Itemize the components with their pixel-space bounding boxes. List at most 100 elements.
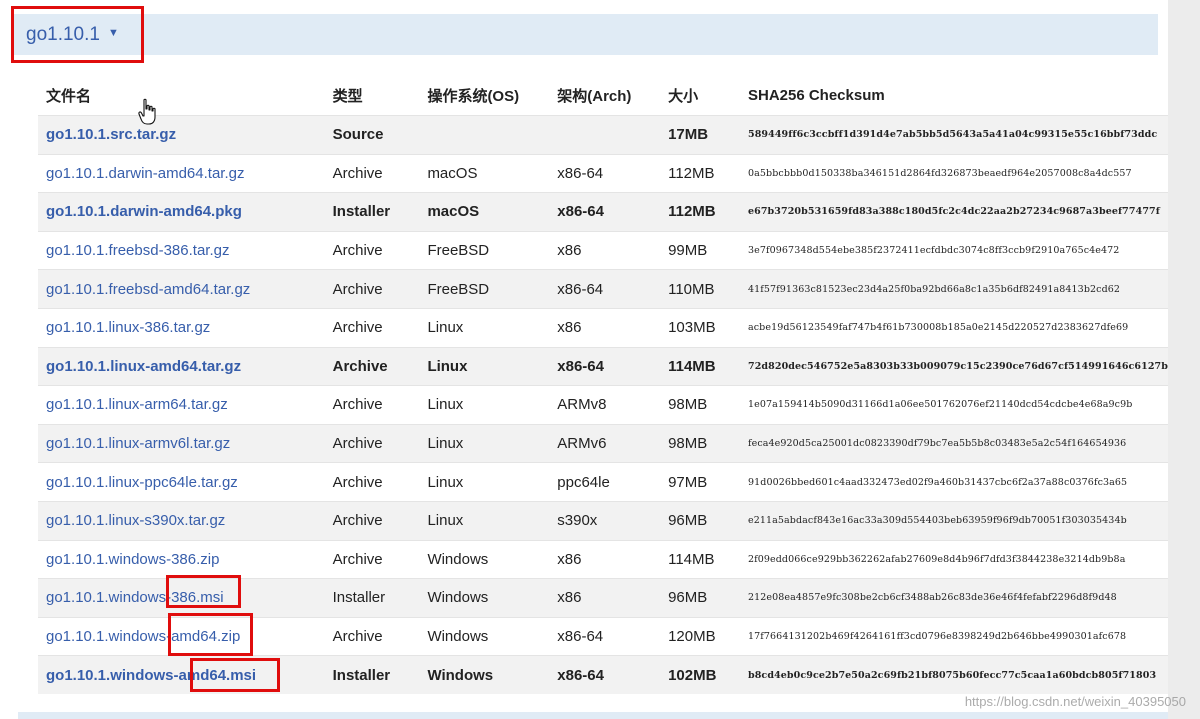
cell-size: 98MB (660, 385, 740, 425)
cell-checksum: 3e7f0967348d554ebe385f2372411ecfdbdc3074… (739, 230, 1168, 270)
cell-os: Windows (419, 578, 550, 618)
cell-checksum: 212e08ea4857e9fc308be2cb6cf3488ab26c83de… (739, 578, 1168, 618)
table-row: go1.10.1.windows-386.zip Archive Windows x8… (38, 539, 1168, 579)
download-link[interactable]: go1.10.1.darwin-amd64.pkg (46, 203, 242, 220)
download-link[interactable]: go1.10.1.windows-386.msi (46, 589, 224, 606)
cell-os (419, 115, 550, 155)
download-page: go1.10.1 ▼ 文件名 类型 操作系统(OS) 架构(Arch) 大小 S… (0, 0, 1168, 719)
caret-down-icon[interactable]: ▼ (108, 27, 119, 39)
download-link[interactable]: go1.10.1.linux-arm64.tar.gz (46, 396, 228, 413)
table-row: go1.10.1.linux-s390x.tar.gz Archive Linux s… (38, 500, 1168, 541)
download-link[interactable]: go1.10.1.windows-386.zip (46, 551, 219, 568)
download-link[interactable]: go1.10.1.windows-amd64.msi (46, 667, 256, 684)
cell-kind: Archive (324, 616, 420, 656)
cell-checksum: 0a5bbcbbb0d150338ba346151d2864fd326873be… (739, 153, 1168, 193)
cell-arch: x86 (549, 230, 661, 270)
download-link[interactable]: go1.10.1.src.tar.gz (46, 126, 176, 143)
cell-checksum: 2f09edd066ce929bb362262afab27609e8d4b96f… (739, 539, 1168, 579)
download-link[interactable]: go1.10.1.freebsd-amd64.tar.gz (46, 281, 250, 298)
cell-filename: go1.10.1.linux-ppc64le.tar.gz (38, 462, 325, 502)
download-link[interactable]: go1.10.1.linux-386.tar.gz (46, 319, 210, 336)
cell-size: 98MB (660, 423, 740, 463)
download-link[interactable]: go1.10.1.freebsd-386.tar.gz (46, 242, 229, 259)
cell-checksum: 589449ff6c3ccbff1d391d4e7ab5bb5d5643a5a4… (739, 115, 1168, 155)
cell-size: 96MB (660, 578, 740, 618)
cell-arch: ARMv8 (549, 385, 661, 425)
cell-arch: x86-64 (549, 269, 661, 309)
cell-kind: Archive (324, 385, 420, 425)
cell-filename: go1.10.1.darwin-amd64.tar.gz (38, 153, 325, 193)
cell-arch: x86-64 (549, 192, 661, 232)
cell-filename: go1.10.1.windows-386.msi (38, 578, 325, 618)
version-header: go1.10.1 ▼ (12, 14, 1158, 55)
table-row: go1.10.1.darwin-amd64.pkg Installer macOS x… (38, 192, 1168, 232)
cell-size: 96MB (660, 500, 740, 541)
cell-filename: go1.10.1.windows-amd64.msi (38, 655, 325, 694)
cell-size: 97MB (660, 462, 740, 502)
cell-size: 17MB (660, 115, 740, 155)
cell-arch (549, 115, 661, 155)
hand-cursor-icon (138, 98, 156, 125)
cell-os: Linux (419, 307, 550, 348)
cell-filename: go1.10.1.src.tar.gz (38, 115, 325, 155)
table-row: go1.10.1.darwin-amd64.tar.gz Archive macOS… (38, 153, 1168, 193)
cell-os: Linux (419, 346, 550, 386)
header-kind: 类型 (332, 87, 363, 105)
cell-filename: go1.10.1.darwin-amd64.pkg (38, 192, 325, 232)
table-row: go1.10.1.linux-amd64.tar.gz Archive Linux x… (38, 346, 1168, 386)
download-link[interactable]: go1.10.1.linux-amd64.tar.gz (46, 358, 241, 375)
cell-filename: go1.10.1.windows-amd64.zip (38, 616, 325, 656)
cell-kind: Archive (324, 346, 420, 386)
download-link[interactable]: go1.10.1.linux-ppc64le.tar.gz (46, 474, 238, 491)
cell-filename: go1.10.1.windows-386.zip (38, 539, 325, 579)
cell-os: FreeBSD (419, 230, 550, 270)
table-header-row: 文件名 类型 操作系统(OS) 架构(Arch) 大小 SHA256 Check… (38, 75, 1168, 116)
download-link[interactable]: go1.10.1.darwin-amd64.tar.gz (46, 165, 244, 182)
watermark: https://blog.csdn.net/weixin_40395050 (964, 694, 1186, 709)
cell-arch: x86 (549, 307, 661, 348)
header-os: 操作系统(OS) (427, 87, 520, 105)
cell-filename: go1.10.1.linux-386.tar.gz (38, 307, 325, 348)
table-row: go1.10.1.freebsd-386.tar.gz Archive FreeBS… (38, 230, 1168, 270)
cell-os: Windows (419, 655, 550, 694)
version-label[interactable]: go1.10.1 (26, 24, 100, 46)
cell-kind: Archive (324, 423, 420, 463)
download-link[interactable]: go1.10.1.linux-s390x.tar.gz (46, 512, 225, 529)
cell-size: 114MB (660, 346, 740, 386)
cell-checksum: 41f57f91363c81523ec23d4a25f0ba92bd66a8c1… (739, 269, 1168, 309)
cell-arch: ARMv6 (549, 423, 661, 463)
table-row: go1.10.1.linux-arm64.tar.gz Archive Linux A… (38, 385, 1168, 425)
cell-kind: Archive (324, 153, 420, 193)
cell-checksum: 1e07a159414b5090d31166d1a06ee501762076ef… (739, 385, 1168, 425)
cell-arch: x86-64 (549, 346, 661, 386)
download-link[interactable]: go1.10.1.windows-amd64.zip (46, 628, 240, 645)
cell-filename: go1.10.1.freebsd-amd64.tar.gz (38, 269, 325, 309)
next-version-bar[interactable] (18, 712, 1168, 719)
cell-kind: Archive (324, 307, 420, 348)
cell-os: Linux (419, 500, 550, 541)
cell-kind: Archive (324, 269, 420, 309)
downloads-table: 文件名 类型 操作系统(OS) 架构(Arch) 大小 SHA256 Check… (38, 75, 1168, 694)
download-link[interactable]: go1.10.1.linux-armv6l.tar.gz (46, 435, 230, 452)
cell-os: Linux (419, 385, 550, 425)
cell-filename: go1.10.1.linux-armv6l.tar.gz (38, 423, 325, 463)
cell-arch: x86 (549, 578, 661, 618)
cell-kind: Archive (324, 539, 420, 579)
cell-kind: Installer (324, 578, 420, 618)
cell-checksum: 72d820dec546752e5a8303b33b009079c15c2390… (739, 346, 1168, 386)
version-toggle[interactable]: go1.10.1 ▼ (26, 14, 119, 55)
table-row: go1.10.1.freebsd-amd64.tar.gz Archive Free… (38, 269, 1168, 309)
cell-checksum: 17f7664131202b469f4264161ff3cd0796e83982… (739, 616, 1168, 656)
cell-size: 99MB (660, 230, 740, 270)
header-checksum: SHA256 Checksum (747, 86, 885, 104)
header-arch: 架构(Arch) (557, 87, 632, 105)
cell-size: 102MB (660, 655, 740, 694)
cell-filename: go1.10.1.freebsd-386.tar.gz (38, 230, 325, 270)
cell-filename: go1.10.1.linux-s390x.tar.gz (38, 500, 325, 541)
cell-size: 112MB (660, 192, 740, 232)
header-filename: 文件名 (46, 87, 92, 105)
cell-checksum: e211a5abdacf843e16ac33a309d554403beb6395… (739, 500, 1168, 541)
cell-kind: Installer (324, 192, 420, 232)
cell-os: macOS (419, 153, 550, 193)
cell-size: 110MB (660, 269, 740, 309)
